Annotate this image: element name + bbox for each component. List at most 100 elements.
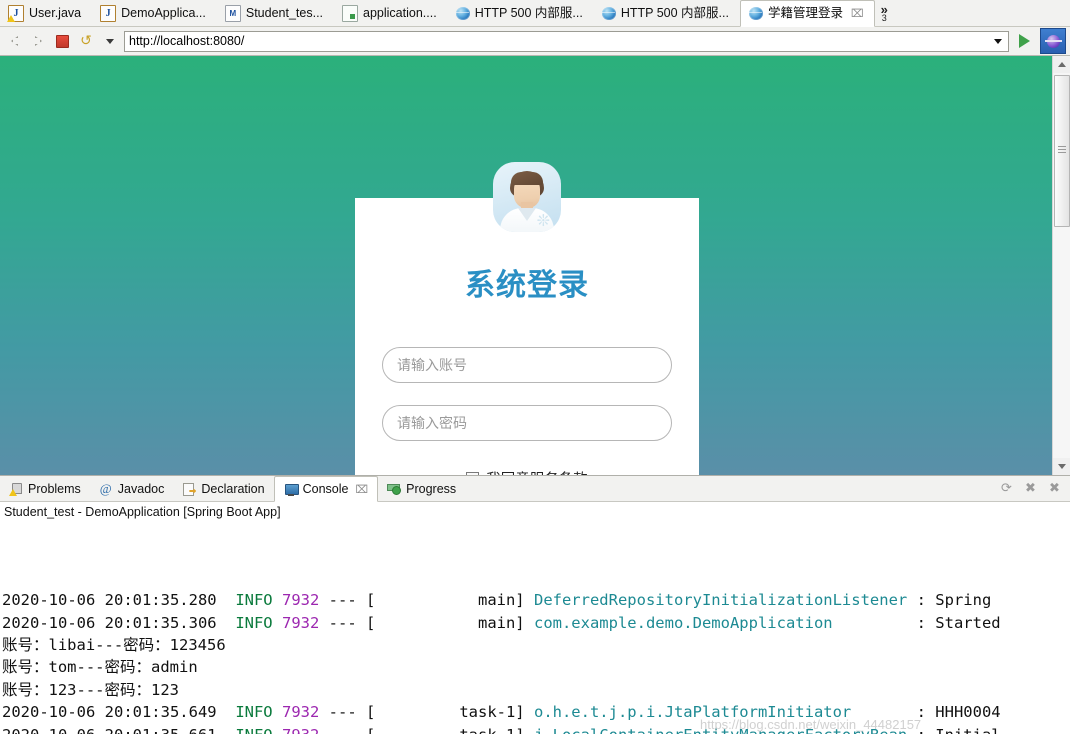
console-thread: [ main] (366, 613, 525, 632)
declaration-icon (182, 482, 196, 496)
console-line: 账号：libai---密码：123456 (2, 634, 1070, 656)
editor-tab-label: 学籍管理登录 (767, 6, 843, 21)
scrollbar-grip-icon (1058, 146, 1066, 153)
avatar: ❊ (493, 162, 561, 232)
console-separator: --- (328, 613, 357, 632)
view-tab-bar: Problems Javadoc Declaration Console ⌧ Progre… (0, 476, 1070, 502)
agree-terms-row[interactable]: 我同意服务条款 (355, 468, 699, 475)
console-timestamp: 2020-10-06 20:01:35.280 (2, 591, 217, 610)
console-toolbar: ⟳ ✖ ✖ (999, 476, 1070, 501)
go-button[interactable] (1019, 34, 1030, 48)
editor-tab-label: HTTP 500 内部服... (474, 5, 583, 20)
xml-file-icon (224, 4, 241, 22)
browser-globe-icon (748, 7, 763, 20)
console-level: INFO (235, 703, 273, 722)
console-separator: --- (328, 703, 357, 722)
avatar-fringe-icon (511, 172, 543, 185)
url-history-chevron-icon[interactable] (994, 38, 1002, 44)
browser-toolbar: ↺ http://localhost:8080/ (0, 27, 1070, 56)
remove-console-icon[interactable]: ✖ (1047, 481, 1062, 496)
browser-globe-icon (455, 6, 470, 20)
console-colon: : (916, 591, 926, 610)
editor-tab-label: User.java (29, 5, 82, 20)
close-icon[interactable]: ⌧ (355, 483, 368, 496)
console-line: 账号：123---密码：123 (2, 679, 1070, 701)
account-placeholder: 请输入账号 (397, 357, 467, 373)
console-pid: 7932 (281, 703, 320, 722)
editor-tab-5[interactable]: HTTP 500 内部服... (594, 0, 740, 26)
console-line: 账号：tom---密码：admin (2, 656, 1070, 678)
scroll-down-button[interactable] (1053, 458, 1070, 475)
arrow-right-icon (33, 36, 42, 46)
view-tab-label: Declaration (201, 481, 265, 496)
console-message: Started (935, 613, 1001, 632)
url-text: http://localhost:8080/ (129, 34, 245, 48)
page-vertical-scrollbar[interactable] (1052, 56, 1070, 475)
view-tab-javadoc[interactable]: Javadoc (90, 476, 174, 501)
console-level: INFO (235, 591, 273, 610)
scrollbar-thumb[interactable] (1054, 75, 1070, 227)
avatar-badge-icon: ❊ (536, 213, 551, 230)
close-icon[interactable]: ⌧ (851, 7, 864, 20)
editor-tab-3[interactable]: application.... (334, 0, 448, 26)
page-title: 系统登录 (465, 269, 589, 302)
console-output[interactable]: https://blog.csdn.net/weixin_44482157 20… (0, 522, 1070, 734)
forward-button[interactable] (28, 31, 48, 51)
console-line: 2020-10-06 20:01:35.306 INFO 7932 --- [ … (2, 612, 1070, 634)
console-pid: 7932 (281, 591, 320, 610)
tab-overflow-button[interactable]: » 3 (875, 0, 896, 26)
view-tab-label: Javadoc (117, 481, 165, 496)
progress-icon (387, 482, 402, 496)
scrollbar-track[interactable] (1053, 73, 1070, 458)
editor-tab-label: DemoApplica... (121, 5, 206, 20)
editor-tab-4[interactable]: HTTP 500 内部服... (448, 0, 594, 26)
view-tab-label: Console (302, 482, 349, 496)
editor-tab-6[interactable]: 学籍管理登录 ⌧ (739, 0, 875, 27)
refresh-button[interactable]: ↺ (76, 31, 96, 51)
triangle-down-icon (1057, 464, 1066, 469)
relaunch-icon[interactable]: ⟳ (999, 481, 1014, 496)
console-line: 2020-10-06 20:01:35.280 INFO 7932 --- [ … (2, 589, 1070, 611)
console-logger: com.example.demo.DemoApplication (533, 613, 833, 632)
console-panel: Problems Javadoc Declaration Console ⌧ Progre… (0, 475, 1070, 734)
console-plain-text: 账号：tom---密码：admin (2, 658, 198, 677)
toolbar-dropdown-button[interactable] (100, 31, 120, 51)
url-input[interactable]: http://localhost:8080/ (124, 30, 1009, 52)
scroll-up-button[interactable] (1053, 56, 1070, 73)
console-colon: : (916, 703, 926, 722)
view-tab-console[interactable]: Console ⌧ (273, 476, 379, 502)
console-timestamp: 2020-10-06 20:01:35.649 (2, 703, 217, 722)
view-tab-declaration[interactable]: Declaration (173, 476, 273, 501)
back-button[interactable] (4, 31, 24, 51)
editor-tab-1[interactable]: DemoApplica... (92, 0, 217, 26)
stop-button[interactable] (52, 31, 72, 51)
terminate-icon[interactable]: ✖ (1023, 481, 1038, 496)
agree-terms-checkbox[interactable] (466, 472, 480, 475)
account-input[interactable]: 请输入账号 (382, 347, 672, 383)
editor-tab-0[interactable]: User.java (0, 0, 92, 26)
browser-globe-icon (601, 6, 616, 20)
console-icon (284, 482, 299, 496)
console-line: 2020-10-06 20:01:35.649 INFO 7932 --- [ … (2, 701, 1070, 723)
console-logger: DeferredRepositoryInitializationListener (533, 591, 908, 610)
editor-tab-bar: User.java DemoApplica... Student_tes... app… (0, 0, 1070, 27)
java-file-icon (7, 4, 24, 22)
agree-terms-label: 我同意服务条款 (486, 468, 588, 475)
triangle-up-icon (1057, 62, 1066, 67)
view-tab-problems[interactable]: Problems (0, 476, 90, 501)
login-card: 系统登录 请输入账号 请输入密码 我同意服务条款 登录 (355, 198, 699, 475)
stop-icon (55, 34, 69, 48)
view-tab-progress[interactable]: Progress (378, 476, 465, 501)
console-plain-text: 账号：libai---密码：123456 (2, 636, 226, 654)
arrow-left-icon (10, 36, 19, 46)
login-page: ❊ 系统登录 请输入账号 请输入密码 我同意服务条款 登录 (0, 56, 1052, 475)
chevron-down-icon (106, 38, 114, 44)
view-tab-label: Progress (406, 481, 457, 496)
console-message: HHH0004 (935, 703, 1001, 722)
open-external-browser-button[interactable] (1040, 28, 1066, 54)
password-input[interactable]: 请输入密码 (382, 405, 672, 441)
console-launch-label: Student_test - DemoApplication [Spring B… (0, 502, 1070, 522)
editor-tab-2[interactable]: Student_tes... (217, 0, 334, 26)
console-colon: : (916, 613, 926, 632)
console-timestamp: 2020-10-06 20:01:35.306 (2, 613, 217, 632)
